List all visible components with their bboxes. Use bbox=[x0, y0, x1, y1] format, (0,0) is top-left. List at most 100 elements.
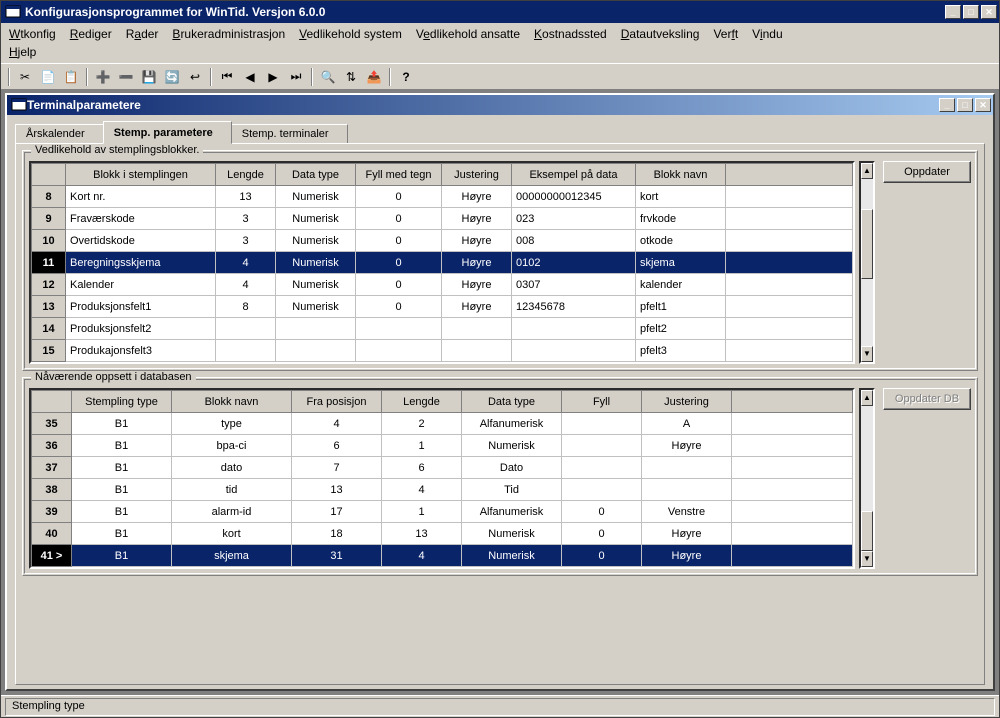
cell[interactable]: B1 bbox=[72, 501, 172, 523]
col2-datatype[interactable]: Data type bbox=[462, 391, 562, 413]
cell[interactable]: 0 bbox=[356, 252, 442, 274]
menu-vindu[interactable]: Vindu bbox=[752, 27, 783, 41]
cell[interactable] bbox=[442, 340, 512, 362]
child-maximize-button[interactable]: □ bbox=[957, 98, 973, 112]
cell[interactable]: Numerisk bbox=[276, 274, 356, 296]
row-header[interactable]: 41 > bbox=[32, 545, 72, 567]
menu-brukeradministrasjon[interactable]: Brukeradministrasjon bbox=[172, 27, 285, 41]
cell[interactable]: kalender bbox=[636, 274, 726, 296]
cell[interactable]: Produkajonsfelt3 bbox=[66, 340, 216, 362]
table-row[interactable]: 36B1bpa-ci61NumeriskHøyre bbox=[32, 435, 853, 457]
table-row[interactable]: 8Kort nr.13Numerisk0Høyre00000000012345k… bbox=[32, 186, 853, 208]
help-icon[interactable]: ? bbox=[395, 66, 417, 88]
maximize-button[interactable]: □ bbox=[963, 5, 979, 19]
row-header[interactable]: 40 bbox=[32, 523, 72, 545]
cell[interactable]: 4 bbox=[216, 274, 276, 296]
cell[interactable]: 3 bbox=[216, 230, 276, 252]
col-lengde[interactable]: Lengde bbox=[216, 164, 276, 186]
cell[interactable]: Høyre bbox=[442, 274, 512, 296]
cell[interactable]: type bbox=[172, 413, 292, 435]
cell[interactable]: 4 bbox=[216, 252, 276, 274]
cell[interactable]: Høyre bbox=[442, 208, 512, 230]
table-row[interactable]: 9Fraværskode3Numerisk0Høyre023frvkode bbox=[32, 208, 853, 230]
row-header[interactable]: 36 bbox=[32, 435, 72, 457]
cut-icon[interactable]: ✂ bbox=[14, 66, 36, 88]
cell[interactable] bbox=[356, 318, 442, 340]
cell[interactable]: B1 bbox=[72, 545, 172, 567]
row-header[interactable]: 8 bbox=[32, 186, 66, 208]
col2-justering[interactable]: Justering bbox=[642, 391, 732, 413]
scroll-up-icon[interactable]: ▲ bbox=[861, 390, 873, 406]
cell[interactable]: Høyre bbox=[642, 545, 732, 567]
tab-stemp-terminaler[interactable]: Stemp. terminaler bbox=[231, 124, 348, 143]
menu-vedlikehold-ansatte[interactable]: Vedlikehold ansatte bbox=[416, 27, 520, 41]
scroll-up-icon[interactable]: ▲ bbox=[861, 163, 873, 179]
cell[interactable]: Numerisk bbox=[276, 252, 356, 274]
cell[interactable]: 0102 bbox=[512, 252, 636, 274]
filter-icon[interactable]: 🔍 bbox=[317, 66, 339, 88]
row-header[interactable]: 12 bbox=[32, 274, 66, 296]
row-header[interactable]: 11 bbox=[32, 252, 66, 274]
row-header[interactable]: 15 bbox=[32, 340, 66, 362]
cell[interactable]: pfelt3 bbox=[636, 340, 726, 362]
table-row[interactable]: 40B1kort1813Numerisk0Høyre bbox=[32, 523, 853, 545]
cell[interactable]: Høyre bbox=[642, 435, 732, 457]
cell[interactable]: Kalender bbox=[66, 274, 216, 296]
cell[interactable]: 0307 bbox=[512, 274, 636, 296]
cell[interactable]: skjema bbox=[636, 252, 726, 274]
cell[interactable]: Venstre bbox=[642, 501, 732, 523]
cell[interactable]: 008 bbox=[512, 230, 636, 252]
export-icon[interactable]: 📤 bbox=[363, 66, 385, 88]
col-justering[interactable]: Justering bbox=[442, 164, 512, 186]
cell[interactable]: dato bbox=[172, 457, 292, 479]
table-row[interactable]: 35B1type42AlfanumeriskA bbox=[32, 413, 853, 435]
cell[interactable]: 13 bbox=[292, 479, 382, 501]
cell[interactable] bbox=[642, 457, 732, 479]
cell[interactable]: Tid bbox=[462, 479, 562, 501]
titlebar[interactable]: Konfigurasjonsprogrammet for WinTid. Ver… bbox=[1, 1, 999, 23]
col-blokk[interactable]: Blokk i stemplingen bbox=[66, 164, 216, 186]
cell[interactable]: 7 bbox=[292, 457, 382, 479]
cell[interactable]: B1 bbox=[72, 457, 172, 479]
cell[interactable]: 12345678 bbox=[512, 296, 636, 318]
col-blokknavn[interactable]: Blokk navn bbox=[636, 164, 726, 186]
grid-database-oppsett[interactable]: Stempling type Blokk navn Fra posisjon L… bbox=[29, 388, 855, 569]
cell[interactable]: 0 bbox=[356, 296, 442, 318]
cell[interactable]: pfelt1 bbox=[636, 296, 726, 318]
cell[interactable]: Fraværskode bbox=[66, 208, 216, 230]
scroll-down-icon[interactable]: ▼ bbox=[861, 551, 873, 567]
cell[interactable]: 4 bbox=[382, 479, 462, 501]
cell[interactable]: 023 bbox=[512, 208, 636, 230]
cell[interactable] bbox=[216, 318, 276, 340]
cell[interactable]: B1 bbox=[72, 413, 172, 435]
cell[interactable]: 13 bbox=[216, 186, 276, 208]
cell[interactable]: kort bbox=[172, 523, 292, 545]
cell[interactable]: B1 bbox=[72, 523, 172, 545]
prev-icon[interactable]: ◀ bbox=[239, 66, 261, 88]
cell[interactable]: skjema bbox=[172, 545, 292, 567]
cell[interactable]: B1 bbox=[72, 435, 172, 457]
cell[interactable]: 18 bbox=[292, 523, 382, 545]
oppdater-button[interactable]: Oppdater bbox=[883, 161, 971, 183]
cell[interactable]: 1 bbox=[382, 501, 462, 523]
col2-stempling-type[interactable]: Stempling type bbox=[72, 391, 172, 413]
cell[interactable]: 2 bbox=[382, 413, 462, 435]
cell[interactable]: 6 bbox=[292, 435, 382, 457]
cell[interactable]: Dato bbox=[462, 457, 562, 479]
save-icon[interactable]: 💾 bbox=[138, 66, 160, 88]
sort-icon[interactable]: ⇅ bbox=[340, 66, 362, 88]
cell[interactable]: Høyre bbox=[442, 186, 512, 208]
table-row[interactable]: 15Produkajonsfelt3 pfelt3 bbox=[32, 340, 853, 362]
cell[interactable]: A bbox=[642, 413, 732, 435]
cell[interactable] bbox=[512, 318, 636, 340]
grid1-scrollbar[interactable]: ▲ ▼ bbox=[859, 161, 875, 364]
col-datatype[interactable]: Data type bbox=[276, 164, 356, 186]
cell[interactable]: 31 bbox=[292, 545, 382, 567]
row-header[interactable]: 37 bbox=[32, 457, 72, 479]
cell[interactable]: Høyre bbox=[642, 523, 732, 545]
child-minimize-button[interactable]: _ bbox=[939, 98, 955, 112]
table-row[interactable]: 12Kalender4Numerisk0Høyre0307kalender bbox=[32, 274, 853, 296]
cell[interactable]: Beregningsskjema bbox=[66, 252, 216, 274]
tab-stemp-parametere[interactable]: Stemp. parametere bbox=[103, 121, 232, 144]
row-header[interactable]: 13 bbox=[32, 296, 66, 318]
